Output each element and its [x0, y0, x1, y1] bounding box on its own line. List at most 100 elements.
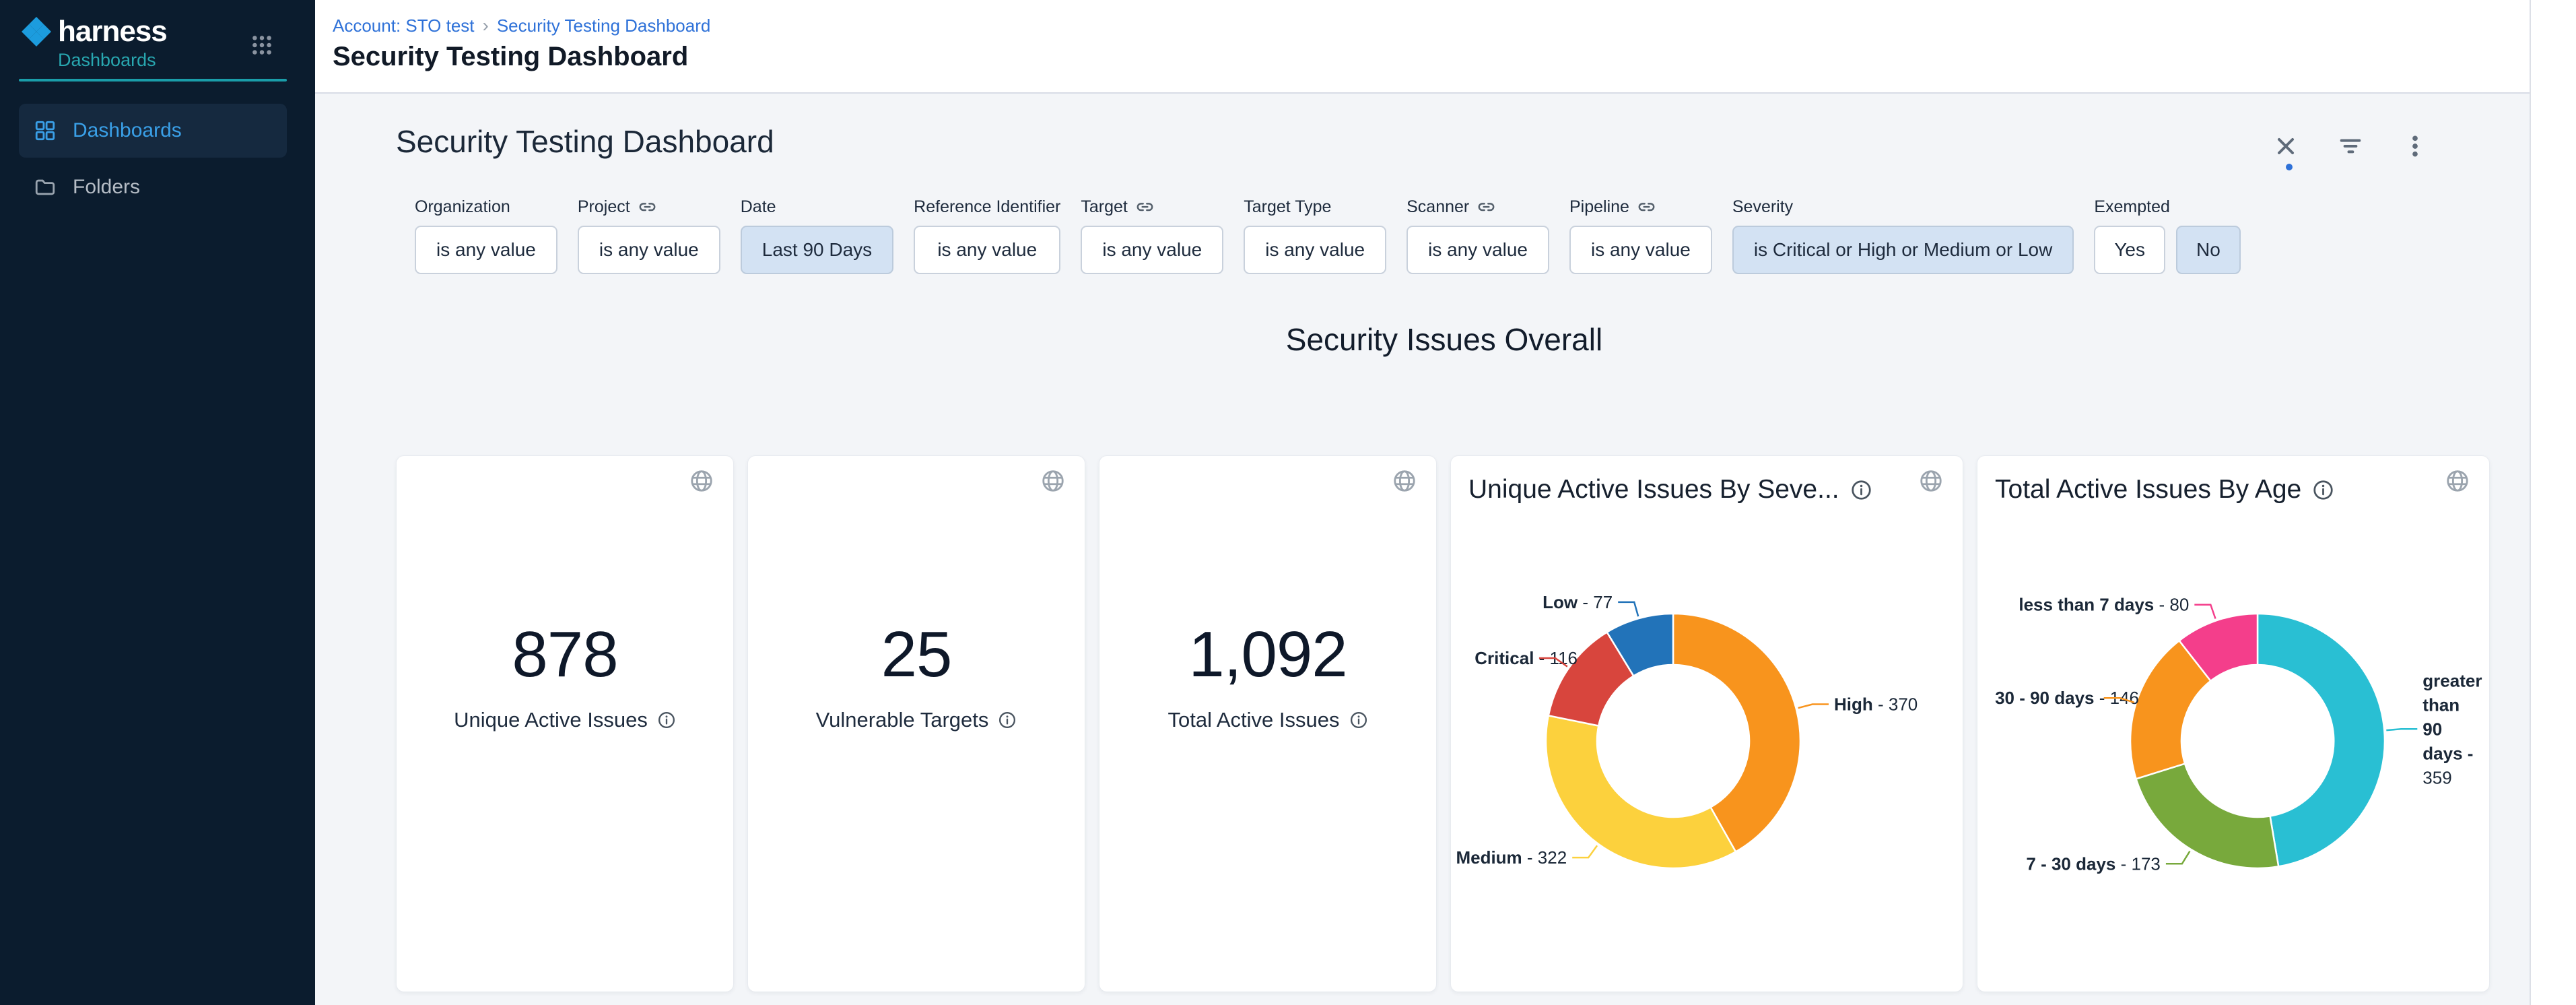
- donut-label: High - 370: [1834, 694, 1918, 715]
- dashboard-title: Security Testing Dashboard: [396, 123, 774, 160]
- filter-label: Target Type: [1244, 197, 1331, 217]
- sidebar-item-label: Folders: [73, 176, 140, 199]
- filter-option-yes[interactable]: Yes: [2094, 226, 2165, 274]
- stat-card-unique-active-issues: 878 Unique Active Issues: [396, 455, 734, 992]
- chart-title: Total Active Issues By Age: [1995, 475, 2301, 505]
- info-icon: [1349, 711, 1368, 730]
- donut-leader-line: [1572, 845, 1597, 857]
- filter-bar: Organizationis any value Project is any va…: [415, 195, 2241, 274]
- page: harness Dashboards Dashboards Folders Acc…: [0, 0, 2576, 1005]
- filter-value-date[interactable]: Last 90 Days: [741, 226, 893, 274]
- filter-value-target[interactable]: is any value: [1081, 226, 1223, 274]
- chart-card-unique-active-issues-by-seve: Unique Active Issues By Seve...High - 37…: [1450, 455, 1963, 992]
- filter-severity: Severity is Critical or High or Medium or…: [1732, 195, 2074, 274]
- scroll-gutter[interactable]: [2530, 0, 2576, 1005]
- stat-label: Total Active Issues: [1167, 708, 1339, 732]
- filter-project: Project is any value: [578, 195, 720, 274]
- filter-label: Reference Identifier: [914, 197, 1060, 217]
- donut-chart: greaterthan90days -3597 - 30 days - 1733…: [1977, 505, 2490, 981]
- donut-label: less than 7 days - 80: [2019, 595, 2189, 615]
- donut-leader-line: [2194, 605, 2215, 619]
- stat-value: 878: [512, 619, 617, 690]
- brand-row: harness: [0, 0, 315, 48]
- topbar: Account: STO test › Security Testing Das…: [315, 0, 2576, 94]
- filter-value-severity[interactable]: is Critical or High or Medium or Low: [1732, 226, 2074, 274]
- info-icon: [657, 711, 676, 730]
- filter-icon[interactable]: [2337, 133, 2364, 160]
- filter-value-organization[interactable]: is any value: [415, 226, 557, 274]
- donut-slice-7-30-days[interactable]: [2136, 764, 2279, 868]
- info-icon: [2312, 479, 2334, 501]
- filter-exempted: Exempted YesNo: [2094, 195, 2240, 274]
- donut-label: Medium - 322: [1456, 847, 1567, 868]
- donut-label: Critical - 116: [1475, 648, 1578, 668]
- breadcrumb: Account: STO test › Security Testing Das…: [333, 15, 710, 36]
- filter-target: Target is any value: [1081, 195, 1223, 274]
- donut-slice-greater-than-90-days[interactable]: [2258, 614, 2385, 866]
- globe-icon[interactable]: [1918, 468, 1944, 494]
- filter-label: Exempted: [2094, 197, 2170, 217]
- link-icon: [638, 198, 656, 216]
- filter-label: Severity: [1732, 197, 1793, 217]
- filter-label: Scanner: [1406, 197, 1469, 217]
- donut-slice-medium[interactable]: [1546, 715, 1736, 868]
- sidebar: harness Dashboards Dashboards Folders: [0, 0, 315, 1005]
- stat-value: 1,092: [1188, 619, 1347, 690]
- cursor-dot: [2286, 164, 2293, 170]
- kebab-menu-icon[interactable]: [2402, 133, 2429, 160]
- donut-leader-line: [1618, 602, 1638, 616]
- donut-label: 7 - 30 days - 173: [2026, 853, 2160, 874]
- product-name: Dashboards: [58, 50, 315, 71]
- link-icon: [1136, 198, 1154, 216]
- sidebar-item-label: Dashboards: [73, 119, 182, 142]
- filter-label: Target: [1081, 197, 1127, 217]
- info-icon: [998, 711, 1017, 730]
- donut-chart: High - 370 Medium - 322 Critical - 116 Low …: [1451, 505, 1964, 981]
- globe-icon[interactable]: [2445, 468, 2470, 494]
- cards-row: 878 Unique Active Issues 25Vulnerable Targ…: [396, 455, 2490, 992]
- sidebar-divider: [19, 79, 287, 82]
- sidebar-item-folders[interactable]: Folders: [19, 160, 287, 214]
- harness-logo-icon[interactable]: [20, 15, 53, 48]
- filter-reference-identifier: Reference Identifier is any value: [914, 195, 1060, 274]
- chart-card-total-active-issues-by-age: Total Active Issues By Age greaterthan90d…: [1977, 455, 2490, 992]
- stat-label: Unique Active Issues: [454, 708, 648, 732]
- dashboard-content: Security Testing Dashboard Organizationi…: [315, 94, 2530, 1005]
- filter-option-no[interactable]: No: [2176, 226, 2241, 274]
- breadcrumb-separator: ›: [483, 15, 489, 36]
- link-icon: [1637, 198, 1656, 216]
- donut-label: Low - 77: [1543, 592, 1613, 612]
- globe-icon[interactable]: [689, 468, 714, 494]
- filter-button-group: YesNo: [2094, 226, 2240, 274]
- stat-card-vulnerable-targets: 25Vulnerable Targets: [747, 455, 1085, 992]
- filter-label: Pipeline: [1569, 197, 1629, 217]
- sidebar-item-dashboards[interactable]: Dashboards: [19, 104, 287, 158]
- filter-label: Date: [741, 197, 776, 217]
- dashboards-icon: [34, 119, 57, 142]
- donut-leader-line: [2386, 729, 2417, 730]
- filter-value-reference-identifier[interactable]: is any value: [914, 226, 1060, 274]
- donut-leader-line: [2166, 851, 2190, 864]
- filter-scanner: Scanner is any value: [1406, 195, 1549, 274]
- filter-value-scanner[interactable]: is any value: [1406, 226, 1549, 274]
- dashboard-toolbar: [2272, 133, 2429, 160]
- sidebar-nav: Dashboards Folders: [0, 101, 315, 217]
- stat-label: Vulnerable Targets: [816, 708, 989, 732]
- filter-label: Project: [578, 197, 630, 217]
- filter-date: Date Last 90 Days: [741, 195, 893, 274]
- filter-value-target-type[interactable]: is any value: [1244, 226, 1386, 274]
- page-title: Security Testing Dashboard: [333, 42, 688, 72]
- folder-icon: [34, 176, 57, 199]
- app-grid-icon[interactable]: [250, 34, 273, 57]
- filter-value-project[interactable]: is any value: [578, 226, 720, 274]
- filter-value-pipeline[interactable]: is any value: [1569, 226, 1712, 274]
- globe-icon[interactable]: [1040, 468, 1066, 494]
- breadcrumb-page-link[interactable]: Security Testing Dashboard: [497, 15, 710, 36]
- globe-icon[interactable]: [1392, 468, 1417, 494]
- section-title: Security Issues Overall: [396, 321, 2493, 358]
- breadcrumb-account-link[interactable]: Account: STO test: [333, 15, 475, 36]
- donut-leader-line: [1798, 705, 1829, 709]
- close-icon[interactable]: [2272, 133, 2299, 160]
- donut-label: greaterthan90days -359: [2422, 670, 2482, 787]
- filter-organization: Organizationis any value: [415, 195, 557, 274]
